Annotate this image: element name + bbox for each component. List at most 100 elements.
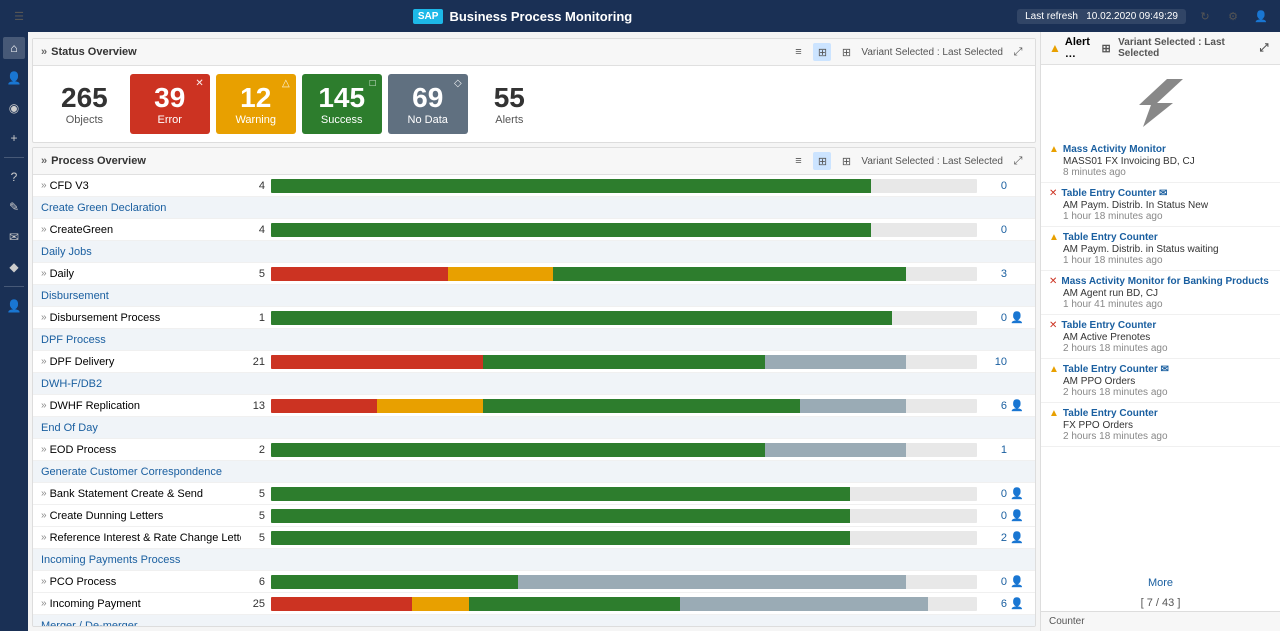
alert-item-subtitle: AM PPO Orders <box>1063 376 1272 387</box>
row-alerts[interactable]: 10 <box>977 356 1007 368</box>
row-bar <box>271 575 977 589</box>
process-card-icon[interactable]: ⊞ <box>813 152 831 170</box>
alert-item-time: 2 hours 18 minutes ago <box>1063 431 1272 442</box>
row-bar <box>271 509 977 523</box>
process-item-row[interactable]: » CFD V3 4 0 <box>33 175 1035 197</box>
sidebar-edit-icon[interactable]: ✎ <box>3 196 25 218</box>
process-item-row[interactable]: » PCO Process 6 0 👤 <box>33 571 1035 593</box>
status-card-view-icon[interactable]: ⊞ <box>813 43 831 61</box>
process-item-row[interactable]: » DPF Delivery 21 10 <box>33 351 1035 373</box>
counter-label: Counter <box>1041 611 1280 631</box>
row-alerts[interactable]: 0 <box>977 488 1007 500</box>
process-table-icon[interactable]: ≡ <box>789 152 807 170</box>
process-item-row[interactable]: » Disbursement Process 1 0 👤 <box>33 307 1035 329</box>
success-card-icon: □ <box>370 78 376 89</box>
alert-fullscreen-icon[interactable]: ⤢ <box>1256 39 1272 57</box>
row-alerts[interactable]: 6 <box>977 598 1007 610</box>
process-item-row[interactable]: » Bank Statement Create & Send 5 0 👤 <box>33 483 1035 505</box>
row-alerts[interactable]: 0 <box>977 180 1007 192</box>
alert-list-item[interactable]: ▲ Table Entry Counter AM Paym. Distrib. … <box>1041 227 1280 271</box>
row-alerts[interactable]: 0 <box>977 510 1007 522</box>
alert-more-button[interactable]: More <box>1041 571 1280 595</box>
alert-panel-right: ⊞ Variant Selected : Last Selected ⤢ <box>1098 37 1272 59</box>
status-expand-icon[interactable]: ⊞ <box>837 43 855 61</box>
row-count: 6 <box>241 576 271 588</box>
sidebar-plus-icon[interactable]: + <box>3 127 25 149</box>
row-alerts[interactable]: 2 <box>977 532 1007 544</box>
process-item-row[interactable]: » DWHF Replication 13 6 👤 <box>33 395 1035 417</box>
sidebar-home-icon[interactable]: ⌂ <box>3 37 25 59</box>
alert-list: ▲ Mass Activity Monitor MASS01 FX Invoic… <box>1041 135 1280 571</box>
alert-panel: ▲ Alert … ⊞ Variant Selected : Last Sele… <box>1040 32 1280 631</box>
objects-label: Objects <box>61 114 108 126</box>
process-item-row[interactable]: » CreateGreen 4 0 <box>33 219 1035 241</box>
row-alerts[interactable]: 0 <box>977 224 1007 236</box>
alert-list-item[interactable]: ▲ Table Entry Counter ✉ AM PPO Orders 2 … <box>1041 359 1280 403</box>
alert-list-item[interactable]: ✕ Table Entry Counter AM Active Prenotes… <box>1041 315 1280 359</box>
alert-panel-header: ▲ Alert … ⊞ Variant Selected : Last Sele… <box>1041 32 1280 65</box>
item-name-text: Reference Interest & Rate Change Letter <box>50 532 241 544</box>
group-name: Merger / De-merger <box>41 620 138 627</box>
refresh-icon[interactable]: ↻ <box>1196 7 1214 25</box>
row-alerts[interactable]: 1 <box>977 444 1007 456</box>
alerts-count: 55 <box>494 82 525 114</box>
success-card[interactable]: □ 145 Success <box>302 74 382 134</box>
sap-logo: SAP <box>413 9 444 24</box>
process-item-row[interactable]: » Daily 5 3 <box>33 263 1035 285</box>
sidebar-diamond-icon[interactable]: ◆ <box>3 256 25 278</box>
row-alerts[interactable]: 3 <box>977 268 1007 280</box>
item-arrow: » <box>41 598 47 609</box>
process-expand-icon[interactable]: ⊞ <box>837 152 855 170</box>
process-fullscreen-icon[interactable]: ⤢ <box>1009 152 1027 170</box>
alert-list-item[interactable]: ▲ Mass Activity Monitor MASS01 FX Invoic… <box>1041 139 1280 183</box>
row-count: 5 <box>241 268 271 280</box>
error-card[interactable]: ✕ 39 Error <box>130 74 210 134</box>
sidebar-person2-icon[interactable]: 👤 <box>3 295 25 317</box>
process-item-row[interactable]: » Incoming Payment 25 6 👤 <box>33 593 1035 615</box>
sidebar-mail-icon[interactable]: ✉ <box>3 226 25 248</box>
gray-bar-segment <box>680 597 927 611</box>
item-name-text: DWHF Replication <box>50 400 140 412</box>
group-name: Generate Customer Correspondence <box>41 466 222 478</box>
process-item-row[interactable]: » Create Dunning Letters 5 0 👤 <box>33 505 1035 527</box>
row-bar <box>271 311 977 325</box>
warning-card[interactable]: △ 12 Warning <box>216 74 296 134</box>
process-group-header: Merger / De-merger <box>33 615 1035 626</box>
alert-expand-icon[interactable]: ⊞ <box>1098 39 1114 57</box>
sidebar-chart-icon[interactable]: ◉ <box>3 97 25 119</box>
row-name: » CreateGreen <box>41 224 241 236</box>
process-group-header: DWH-F/DB2 <box>33 373 1035 395</box>
process-item-row[interactable]: » EOD Process 2 1 <box>33 439 1035 461</box>
alert-item-header: ✕ Table Entry Counter ✉ <box>1049 187 1272 200</box>
process-item-row[interactable]: » Reference Interest & Rate Change Lette… <box>33 527 1035 549</box>
orange-bar-segment <box>377 399 483 413</box>
alert-item-header: ▲ Table Entry Counter <box>1049 231 1272 244</box>
alert-list-item[interactable]: ✕ Table Entry Counter ✉ AM Paym. Distrib… <box>1041 183 1280 227</box>
alert-header-icon: ▲ <box>1049 41 1061 55</box>
alert-item-title: Table Entry Counter <box>1063 231 1158 244</box>
row-name: » EOD Process <box>41 444 241 456</box>
sidebar-help-icon[interactable]: ? <box>3 166 25 188</box>
nodata-card[interactable]: ◇ 69 No Data <box>388 74 468 134</box>
alert-list-item[interactable]: ▲ Table Entry Counter FX PPO Orders 2 ho… <box>1041 403 1280 447</box>
row-alerts[interactable]: 6 <box>977 400 1007 412</box>
user-icon[interactable]: 👤 <box>1252 7 1270 25</box>
process-double-arrow: » <box>41 155 47 167</box>
row-alerts[interactable]: 0 <box>977 312 1007 324</box>
row-count: 13 <box>241 400 271 412</box>
person-icon: 👤 <box>1007 509 1027 522</box>
green-bar-segment <box>553 267 906 281</box>
alert-list-item[interactable]: ✕ Mass Activity Monitor for Banking Prod… <box>1041 271 1280 315</box>
sidebar-person-icon[interactable]: 👤 <box>3 67 25 89</box>
row-alerts[interactable]: 0 <box>977 576 1007 588</box>
alert-item-subtitle: MASS01 FX Invoicing BD, CJ <box>1063 156 1272 167</box>
alert-type-icon: ▲ <box>1049 364 1059 375</box>
main-layout: ⌂ 👤 ◉ + ? ✎ ✉ ◆ 👤 » Status Overview ≡ ⊞ … <box>0 32 1280 631</box>
menu-icon[interactable]: ☰ <box>10 7 28 25</box>
alerts-label: Alerts <box>494 114 525 126</box>
status-fullscreen-icon[interactable]: ⤢ <box>1009 43 1027 61</box>
process-group-header: End Of Day <box>33 417 1035 439</box>
status-table-view-icon[interactable]: ≡ <box>789 43 807 61</box>
settings-icon[interactable]: ⚙ <box>1224 7 1242 25</box>
warning-card-icon: △ <box>282 78 290 89</box>
